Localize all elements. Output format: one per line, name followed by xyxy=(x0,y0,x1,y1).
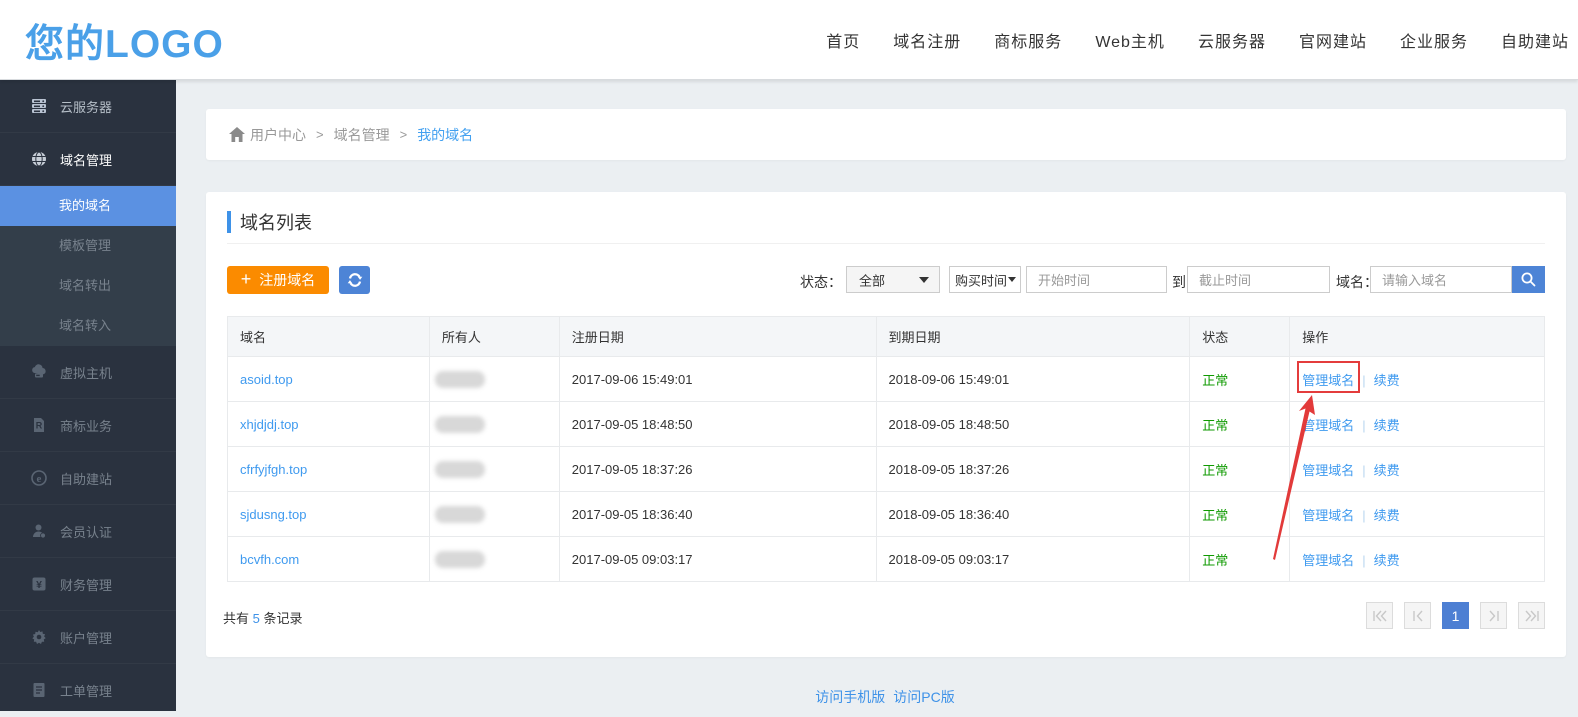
svg-text:e: e xyxy=(37,473,42,485)
svg-text:R: R xyxy=(36,421,43,431)
svg-text:¥: ¥ xyxy=(36,579,42,591)
